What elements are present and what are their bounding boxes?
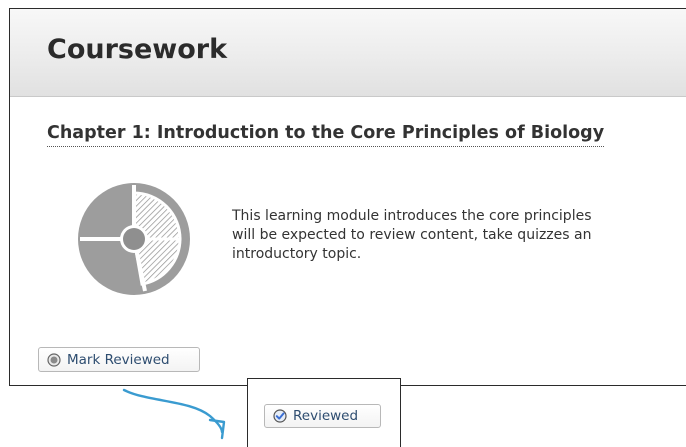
- reviewed-label: Reviewed: [293, 408, 359, 424]
- description-line: will be expected to review content, take…: [232, 227, 592, 243]
- checked-circle-icon: [273, 409, 287, 423]
- callout-arrow-icon: [122, 388, 226, 440]
- page-title: Coursework: [47, 34, 228, 65]
- unchecked-circle-icon: [47, 352, 61, 367]
- mark-reviewed-button[interactable]: Mark Reviewed: [38, 347, 200, 372]
- module-pie-icon: [78, 183, 190, 295]
- mark-reviewed-label: Mark Reviewed: [67, 351, 170, 368]
- chapter-title-link[interactable]: Chapter 1: Introduction to the Core Prin…: [47, 123, 605, 147]
- description-line: introductory topic.: [232, 246, 362, 262]
- module-description: This learning module introduces the core…: [232, 207, 686, 264]
- reviewed-button[interactable]: Reviewed: [264, 404, 381, 428]
- description-line: This learning module introduces the core…: [232, 208, 592, 224]
- panel-header: Coursework: [10, 9, 686, 97]
- coursework-panel: Coursework Chapter 1: Introduction to th…: [9, 8, 686, 386]
